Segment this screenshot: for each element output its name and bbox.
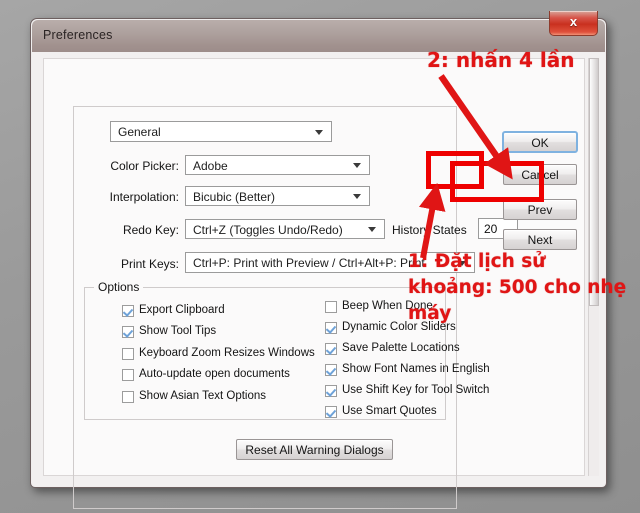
- checkbox-icon: [122, 391, 134, 403]
- cancel-button[interactable]: Cancel: [503, 164, 577, 185]
- annotation-step-2: 2: nhấn 4 lần: [427, 48, 575, 72]
- redo-key-value: Ctrl+Z (Toggles Undo/Redo): [193, 223, 343, 237]
- checkbox-label: Use Smart Quotes: [342, 405, 437, 417]
- checkbox-label: Show Tool Tips: [139, 325, 217, 337]
- checkbox-label: Show Asian Text Options: [139, 390, 266, 402]
- prev-button-label: Prev: [527, 203, 553, 217]
- chevron-down-icon: [368, 227, 376, 232]
- interpolation-label: Interpolation:: [109, 190, 179, 204]
- checkbox-label: Export Clipboard: [139, 304, 225, 316]
- checkbox-icon: [325, 385, 337, 397]
- checkbox-label: Auto-update open documents: [139, 368, 290, 380]
- prev-button[interactable]: Prev: [503, 199, 577, 220]
- checkbox-icon: [325, 406, 337, 418]
- color-picker-label: Color Picker:: [110, 159, 179, 173]
- checkbox-icon: [325, 364, 337, 376]
- next-button-label: Next: [527, 233, 553, 247]
- color-picker-value: Adobe: [193, 159, 228, 173]
- checkbox-label: Use Shift Key for Tool Switch: [342, 384, 490, 396]
- preferences-section-select[interactable]: General: [110, 121, 332, 142]
- checkbox-icon: [122, 326, 134, 338]
- reset-all-warning-dialogs-button[interactable]: Reset All Warning Dialogs: [236, 439, 393, 460]
- checkbox-icon: [122, 348, 134, 360]
- preferences-section-value: General: [118, 125, 161, 139]
- window-title: Preferences: [43, 28, 113, 42]
- checkbox-label: Show Font Names in English: [342, 363, 490, 375]
- print-keys-label: Print Keys:: [120, 257, 179, 271]
- checkbox-icon: [325, 322, 337, 334]
- history-states-label: History States: [392, 223, 467, 237]
- annotation-step-1: 1: Đặt lịch sử khoảng: 500 cho nhẹ máy: [408, 251, 627, 324]
- chevron-down-icon: [315, 129, 323, 135]
- redo-key-label: Redo Key:: [122, 223, 179, 237]
- close-icon: x: [569, 14, 578, 29]
- reset-button-label: Reset All Warning Dialogs: [245, 443, 384, 457]
- ok-button-label: OK: [531, 136, 549, 150]
- options-legend: Options: [94, 280, 144, 294]
- cancel-button-label: Cancel: [521, 168, 559, 182]
- checkbox-icon: [325, 343, 337, 355]
- chevron-down-icon: [353, 163, 361, 168]
- interpolation-value: Bicubic (Better): [193, 190, 276, 204]
- redo-key-select[interactable]: Ctrl+Z (Toggles Undo/Redo): [185, 219, 385, 239]
- checkbox-icon: [122, 369, 134, 381]
- checkbox-label: Keyboard Zoom Resizes Windows: [139, 347, 315, 359]
- checkbox-icon: [325, 301, 337, 313]
- checkbox-label: Save Palette Locations: [342, 342, 460, 354]
- interpolation-select[interactable]: Bicubic (Better): [185, 186, 370, 206]
- next-button[interactable]: Next: [503, 229, 577, 250]
- ok-button[interactable]: OK: [502, 131, 578, 153]
- close-button[interactable]: x: [549, 11, 598, 36]
- checkbox-icon: [122, 305, 134, 317]
- print-keys-value: Ctrl+P: Print with Preview / Ctrl+Alt+P:…: [193, 256, 425, 270]
- color-picker-select[interactable]: Adobe: [185, 155, 370, 175]
- chevron-down-icon: [353, 194, 361, 199]
